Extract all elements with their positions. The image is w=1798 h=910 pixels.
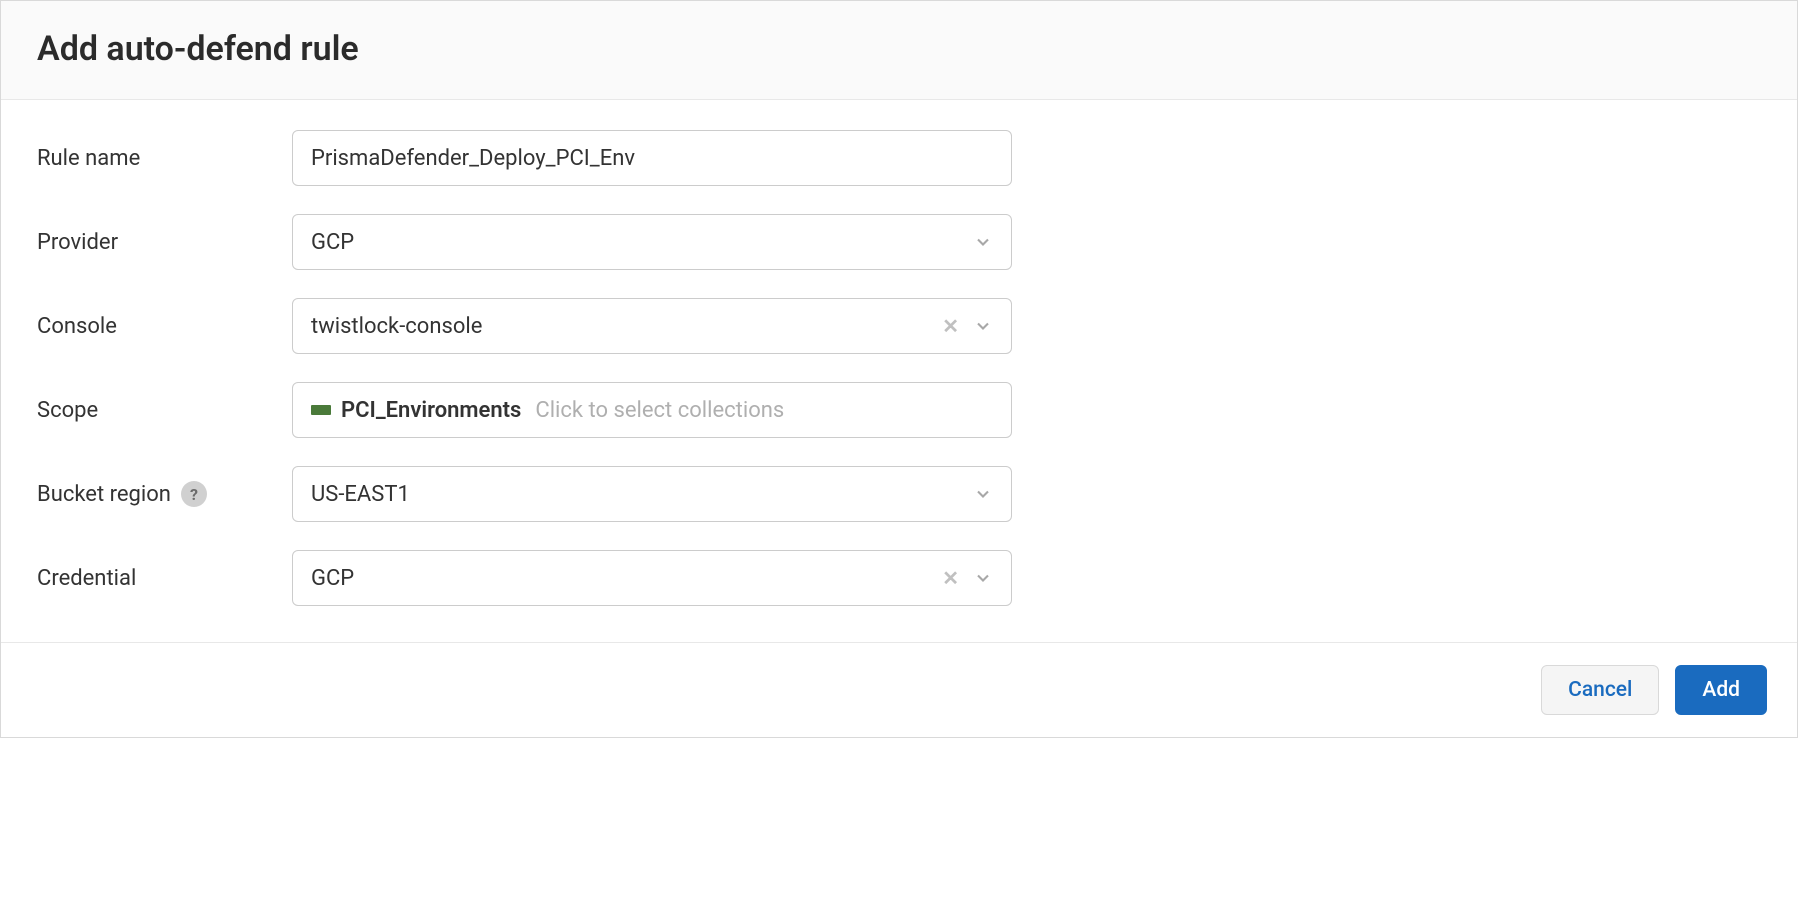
help-icon[interactable]: ? (181, 481, 207, 507)
scope-placeholder: Click to select collections (535, 398, 784, 423)
console-value: twistlock-console (311, 314, 942, 339)
scope-select[interactable]: PCI_Environments Click to select collect… (292, 382, 1012, 438)
clear-icon[interactable]: ✕ (942, 566, 959, 590)
clear-icon[interactable]: ✕ (942, 314, 959, 338)
credential-row: Credential GCP ✕ (37, 550, 1761, 606)
provider-label: Provider (37, 230, 292, 255)
console-label: Console (37, 314, 292, 339)
provider-value: GCP (311, 230, 973, 255)
scope-tag-label: PCI_Environments (341, 398, 521, 423)
chevron-down-icon[interactable] (973, 568, 993, 588)
dialog-footer: Cancel Add (1, 642, 1797, 737)
dialog-header: Add auto-defend rule (1, 1, 1797, 100)
provider-row: Provider GCP (37, 214, 1761, 270)
scope-swatch (311, 405, 331, 415)
chevron-down-icon[interactable] (973, 484, 993, 504)
provider-select[interactable]: GCP (292, 214, 1012, 270)
chevron-down-icon[interactable] (973, 232, 993, 252)
add-button[interactable]: Add (1675, 665, 1767, 715)
console-select[interactable]: twistlock-console ✕ (292, 298, 1012, 354)
credential-value: GCP (311, 566, 942, 591)
dialog-body: Rule name Provider GCP Console twistlock… (1, 100, 1797, 642)
bucket-region-label: Bucket region ? (37, 481, 292, 507)
cancel-button[interactable]: Cancel (1541, 665, 1659, 715)
scope-tag: PCI_Environments (311, 398, 521, 423)
rule-name-input[interactable] (292, 130, 1012, 186)
bucket-region-value: US-EAST1 (311, 482, 973, 507)
bucket-region-row: Bucket region ? US-EAST1 (37, 466, 1761, 522)
console-row: Console twistlock-console ✕ (37, 298, 1761, 354)
rule-name-row: Rule name (37, 130, 1761, 186)
scope-label: Scope (37, 398, 292, 423)
add-auto-defend-rule-dialog: Add auto-defend rule Rule name Provider … (0, 0, 1798, 738)
rule-name-label: Rule name (37, 146, 292, 171)
chevron-down-icon[interactable] (973, 316, 993, 336)
bucket-region-label-text: Bucket region (37, 482, 171, 507)
credential-label: Credential (37, 566, 292, 591)
dialog-title: Add auto-defend rule (37, 29, 1761, 69)
bucket-region-select[interactable]: US-EAST1 (292, 466, 1012, 522)
credential-select[interactable]: GCP ✕ (292, 550, 1012, 606)
scope-row: Scope PCI_Environments Click to select c… (37, 382, 1761, 438)
